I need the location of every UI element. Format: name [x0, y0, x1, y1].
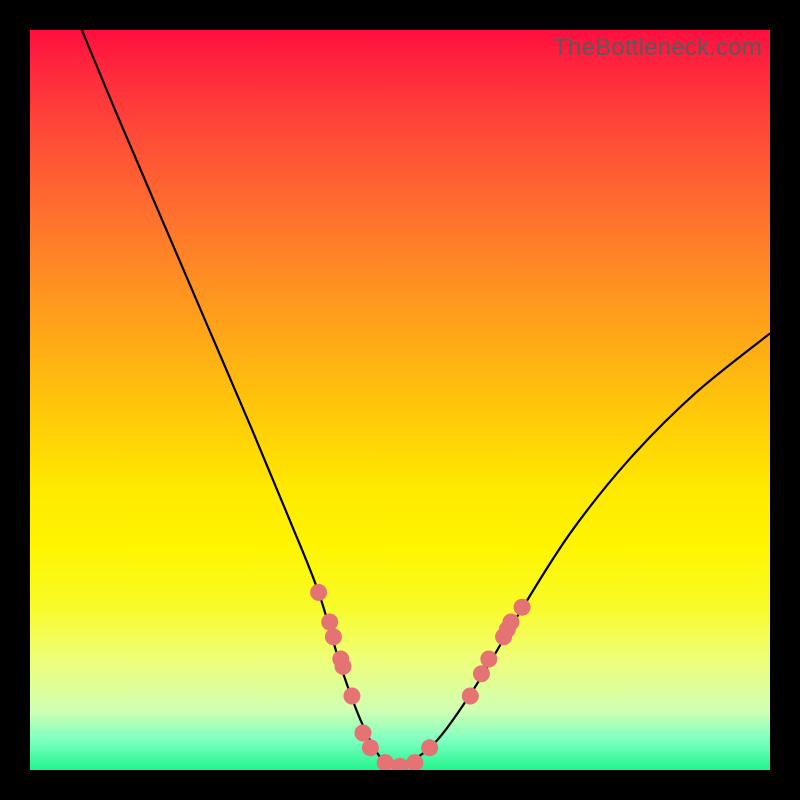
marker-dot [406, 754, 423, 770]
marker-dot [480, 651, 497, 668]
marker-dot [355, 725, 372, 742]
marker-dot [392, 758, 409, 770]
marker-dot [310, 584, 327, 601]
marker-group [310, 584, 530, 770]
curve-layer [30, 30, 770, 770]
marker-dot [503, 614, 520, 631]
marker-dot [335, 658, 352, 675]
plot-area: TheBottleneck.com [30, 30, 770, 770]
bottleneck-curve-path [82, 30, 770, 766]
marker-dot [321, 614, 338, 631]
marker-dot [325, 628, 342, 645]
marker-dot [362, 739, 379, 756]
marker-dot [462, 688, 479, 705]
marker-dot [473, 665, 490, 682]
marker-dot [514, 599, 531, 616]
marker-dot [421, 739, 438, 756]
marker-dot [343, 688, 360, 705]
chart-frame: TheBottleneck.com [0, 0, 800, 800]
